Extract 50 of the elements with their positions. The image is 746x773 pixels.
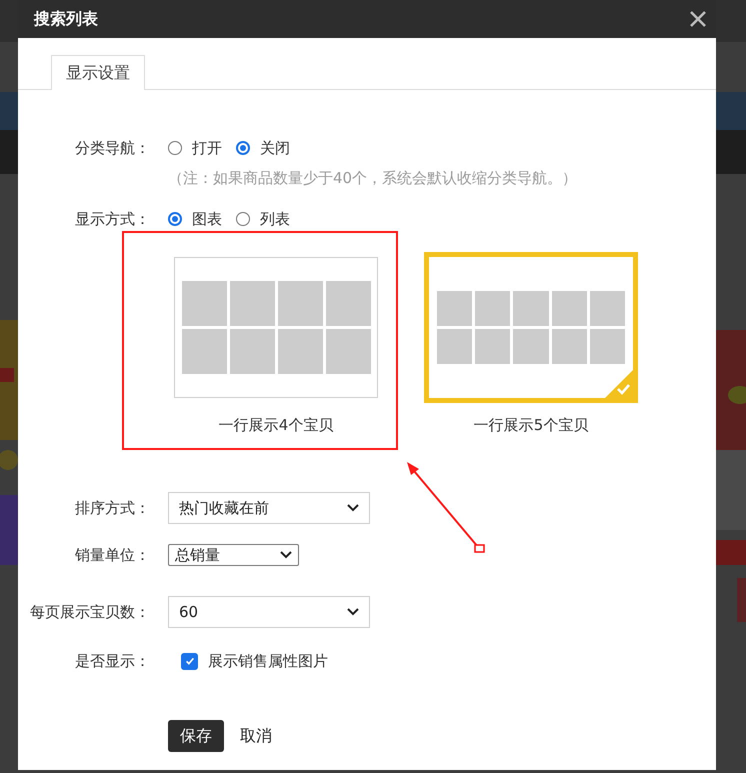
tile-placeholder bbox=[278, 329, 322, 374]
layout-caption: 一行展示5个宝贝 bbox=[474, 415, 588, 435]
tile-placeholder bbox=[590, 329, 626, 364]
radio-button[interactable] bbox=[236, 212, 250, 226]
radio-label[interactable]: 列表 bbox=[260, 204, 290, 234]
check-icon bbox=[605, 370, 633, 398]
tile-placeholder bbox=[182, 281, 226, 326]
tile-placeholder bbox=[182, 329, 226, 374]
select-field[interactable]: 60 bbox=[168, 596, 370, 628]
tile-placeholder bbox=[436, 329, 472, 364]
check-icon bbox=[184, 655, 196, 667]
tile-placeholder bbox=[474, 290, 510, 326]
select-field[interactable]: 总销量 bbox=[168, 544, 299, 566]
settings-tab[interactable]: 显示设置 bbox=[51, 55, 145, 90]
note-text: （注：如果商品数量少于40个，系统会默认收缩分类导航。） bbox=[168, 168, 578, 189]
field-label: 分类导航： bbox=[74, 138, 150, 159]
tile-placeholder bbox=[552, 329, 588, 364]
chevron-icon bbox=[347, 504, 359, 512]
chevron-icon bbox=[347, 608, 359, 616]
tile-placeholder bbox=[474, 329, 510, 364]
tile-placeholder bbox=[552, 290, 588, 326]
tile-placeholder bbox=[590, 290, 626, 326]
close-icon[interactable] bbox=[689, 10, 707, 28]
field-label: 是否显示： bbox=[74, 651, 150, 672]
select-field[interactable]: 热门收藏在前 bbox=[168, 492, 370, 524]
radio-button[interactable] bbox=[236, 141, 250, 155]
radio-button[interactable] bbox=[168, 141, 182, 155]
chevron-icon bbox=[280, 551, 292, 559]
field-label: 销量单位： bbox=[74, 545, 150, 566]
layout-caption: 一行展示4个宝贝 bbox=[218, 415, 334, 435]
save-button[interactable]: 保存 bbox=[168, 720, 224, 752]
tile-placeholder bbox=[326, 281, 370, 326]
field-label: 排序方式： bbox=[74, 498, 150, 519]
tile-placeholder bbox=[278, 281, 322, 326]
tile-placeholder bbox=[513, 290, 549, 326]
tile-placeholder bbox=[230, 329, 274, 374]
field-label: 每页展示宝贝数： bbox=[29, 602, 150, 623]
checkbox-label[interactable]: 展示销售属性图片 bbox=[208, 646, 328, 676]
cancel-button[interactable]: 取消 bbox=[224, 720, 288, 752]
field-label: 显示方式： bbox=[74, 209, 150, 230]
radio-label[interactable]: 关闭 bbox=[260, 133, 290, 163]
dialog-title: 搜索列表 bbox=[34, 8, 98, 30]
tile-placeholder bbox=[436, 290, 472, 326]
radio-label[interactable]: 图表 bbox=[192, 204, 222, 234]
radio-label[interactable]: 打开 bbox=[192, 133, 222, 163]
tile-placeholder bbox=[513, 329, 549, 364]
tile-placeholder bbox=[326, 329, 370, 374]
checkbox[interactable] bbox=[181, 652, 198, 670]
radio-button[interactable] bbox=[168, 212, 182, 226]
tile-placeholder bbox=[230, 281, 274, 326]
